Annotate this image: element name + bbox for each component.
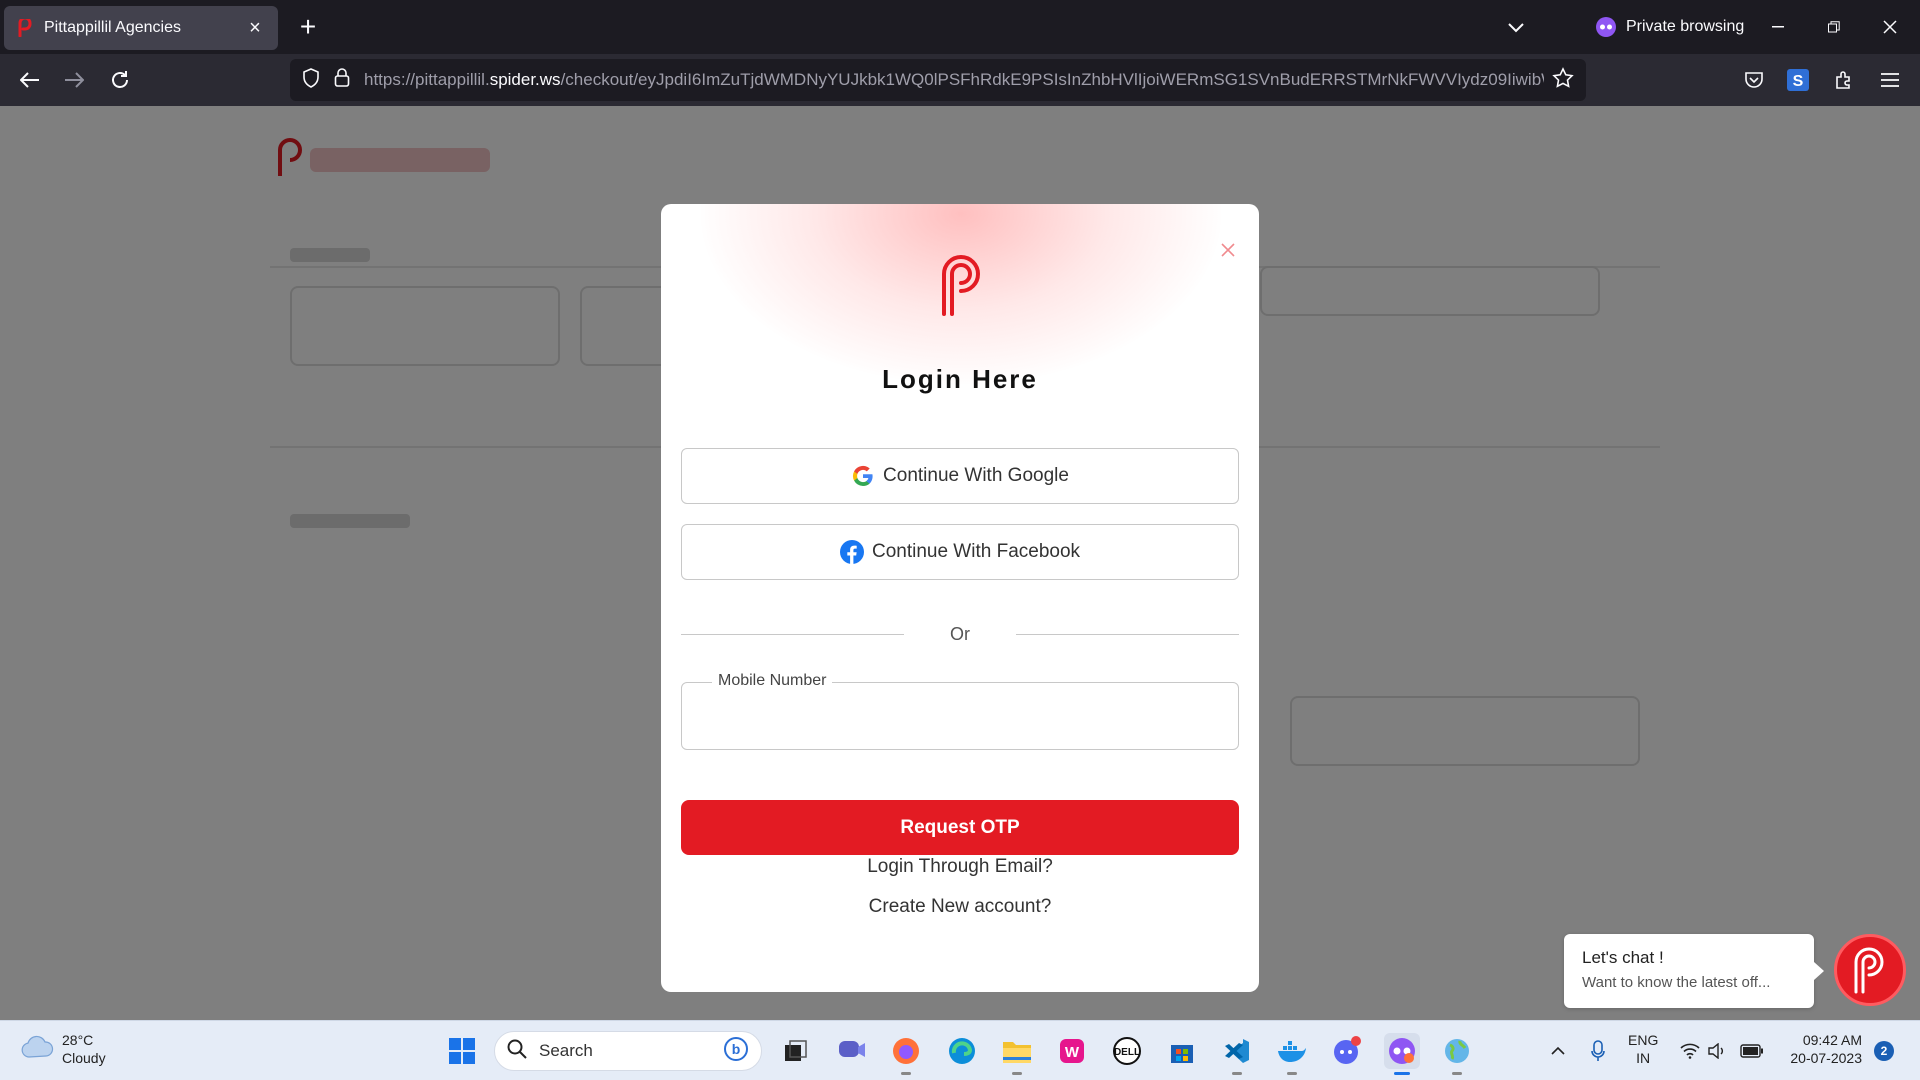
modal-close-icon[interactable] <box>1216 238 1240 262</box>
facebook-icon <box>839 540 864 564</box>
clock[interactable]: 09:42 AM 20-07-2023 <box>1780 1031 1862 1067</box>
tab-list-chevron-icon[interactable] <box>1500 12 1532 44</box>
browser-tab-bar: Pittappillil Agencies × + Private browsi… <box>0 0 1920 54</box>
search-icon <box>507 1039 527 1064</box>
google-login-label: Continue With Google <box>883 465 1069 486</box>
clock-date: 20-07-2023 <box>1790 1050 1862 1066</box>
modal-title: Login Here <box>882 364 1038 394</box>
svg-text:DELL: DELL <box>1114 1047 1140 1058</box>
chat-brand-logo-icon <box>1854 947 1884 994</box>
teams-chat-icon[interactable] <box>834 1033 870 1069</box>
docker-icon[interactable] <box>1274 1033 1310 1075</box>
clock-time: 09:42 AM <box>1802 1032 1862 1048</box>
pocket-icon[interactable] <box>1736 62 1772 98</box>
app-active-indicator <box>1394 1072 1410 1075</box>
site-favicon-icon <box>16 19 34 37</box>
search-label: Search <box>539 1041 593 1060</box>
close-window-icon[interactable] <box>1870 10 1910 44</box>
or-divider: Or <box>681 622 1239 646</box>
volume-icon[interactable] <box>1700 1033 1736 1069</box>
task-view-icon[interactable] <box>778 1033 814 1069</box>
weather-widget[interactable]: 28°C Cloudy <box>20 1031 106 1067</box>
address-bar[interactable]: https://pittappillil.spider.ws/checkout/… <box>290 59 1586 101</box>
forward-arrow-icon[interactable] <box>56 62 92 98</box>
chat-subtitle: Want to know the latest off... <box>1582 974 1771 991</box>
private-mask-icon <box>1596 17 1616 37</box>
microphone-icon[interactable] <box>1580 1033 1616 1069</box>
checkout-page: Login Here Continue With Google Continue… <box>0 106 1920 1020</box>
private-browsing-label: Private browsing <box>1626 18 1745 35</box>
wampserver-icon[interactable]: W <box>1054 1033 1090 1069</box>
edge-icon[interactable] <box>944 1033 980 1069</box>
notification-count-badge: 2 <box>1874 1041 1894 1061</box>
svg-text:W: W <box>1065 1044 1080 1061</box>
vscode-icon[interactable] <box>1219 1033 1255 1075</box>
mobile-number-label: Mobile Number <box>712 672 833 690</box>
app-running-indicator <box>901 1072 911 1075</box>
lock-icon[interactable] <box>334 67 350 93</box>
url-text[interactable]: https://pittappillil.spider.ws/checkout/… <box>364 70 1544 90</box>
show-hidden-icons-chevron-icon[interactable] <box>1540 1033 1576 1069</box>
svg-text:S: S <box>1793 73 1804 90</box>
new-tab-button[interactable]: + <box>292 12 324 44</box>
windows-start-icon[interactable] <box>444 1033 480 1069</box>
notification-center-button[interactable]: 2 <box>1870 1037 1898 1065</box>
app-running-indicator <box>1287 1072 1297 1075</box>
weather-temperature: 28°C <box>62 1032 94 1048</box>
input-language-indicator[interactable]: ENG IN <box>1628 1031 1658 1067</box>
weather-condition: Cloudy <box>62 1050 106 1066</box>
google-icon <box>851 464 875 488</box>
file-explorer-icon[interactable] <box>999 1033 1035 1075</box>
mobile-number-field: Mobile Number <box>681 672 1239 750</box>
globe-app-icon[interactable] <box>1439 1033 1475 1075</box>
minimize-icon[interactable] <box>1758 10 1798 44</box>
firefox-icon[interactable] <box>888 1033 924 1075</box>
reload-icon[interactable] <box>102 62 138 98</box>
dell-icon[interactable]: DELL <box>1109 1033 1145 1069</box>
battery-icon[interactable] <box>1734 1033 1770 1069</box>
tracking-shield-icon[interactable] <box>302 67 320 93</box>
or-label: Or <box>950 623 970 644</box>
mobile-number-input[interactable] <box>696 697 1224 737</box>
firefox-private-icon[interactable] <box>1384 1033 1420 1075</box>
chat-launcher-button[interactable] <box>1834 934 1906 1006</box>
bing-icon: b <box>723 1036 749 1067</box>
chat-title: Let's chat ! <box>1582 948 1664 967</box>
discord-icon[interactable] <box>1329 1033 1365 1069</box>
create-account-link[interactable]: Create New account? <box>661 896 1259 918</box>
language-region: IN <box>1636 1050 1651 1066</box>
tab-close-icon[interactable]: × <box>244 17 266 39</box>
back-arrow-icon[interactable] <box>12 62 48 98</box>
or-line-right <box>1016 633 1239 635</box>
request-otp-button[interactable]: Request OTP <box>681 800 1239 855</box>
private-browsing-indicator: Private browsing <box>1596 14 1744 40</box>
login-modal: Login Here Continue With Google Continue… <box>661 204 1259 992</box>
hamburger-menu-icon[interactable] <box>1872 62 1908 98</box>
language-code: ENG <box>1628 1032 1659 1048</box>
app-running-indicator <box>1012 1072 1022 1075</box>
browser-tab-active[interactable]: Pittappillil Agencies × <box>4 6 278 50</box>
or-line-left <box>681 633 904 635</box>
chat-prompt-bubble[interactable]: Let's chat ! Want to know the latest off… <box>1564 934 1824 1008</box>
restore-icon[interactable] <box>1814 10 1854 44</box>
facebook-login-label: Continue With Facebook <box>871 541 1081 562</box>
login-through-email-link[interactable]: Login Through Email? <box>661 856 1259 878</box>
tab-title: Pittappillil Agencies <box>44 19 181 36</box>
taskbar-search-box[interactable]: Search b <box>494 1031 762 1071</box>
microsoft-store-icon[interactable] <box>1164 1033 1200 1069</box>
google-login-button[interactable]: Continue With Google <box>681 448 1239 504</box>
bookmark-star-icon[interactable] <box>1552 66 1574 94</box>
cloud-icon <box>20 1035 54 1064</box>
extension-s-icon[interactable]: S <box>1780 62 1816 98</box>
extensions-puzzle-icon[interactable] <box>1826 62 1862 98</box>
app-running-indicator <box>1452 1072 1462 1075</box>
app-running-indicator <box>1232 1072 1242 1075</box>
browser-nav-bar: https://pittappillil.spider.ws/checkout/… <box>0 54 1920 106</box>
svg-text:b: b <box>732 1041 741 1057</box>
brand-logo-icon <box>936 254 986 316</box>
facebook-login-button[interactable]: Continue With Facebook <box>681 524 1239 580</box>
windows-taskbar: 28°C Cloudy Search b W DELL ENG IN 09:42… <box>0 1020 1920 1080</box>
